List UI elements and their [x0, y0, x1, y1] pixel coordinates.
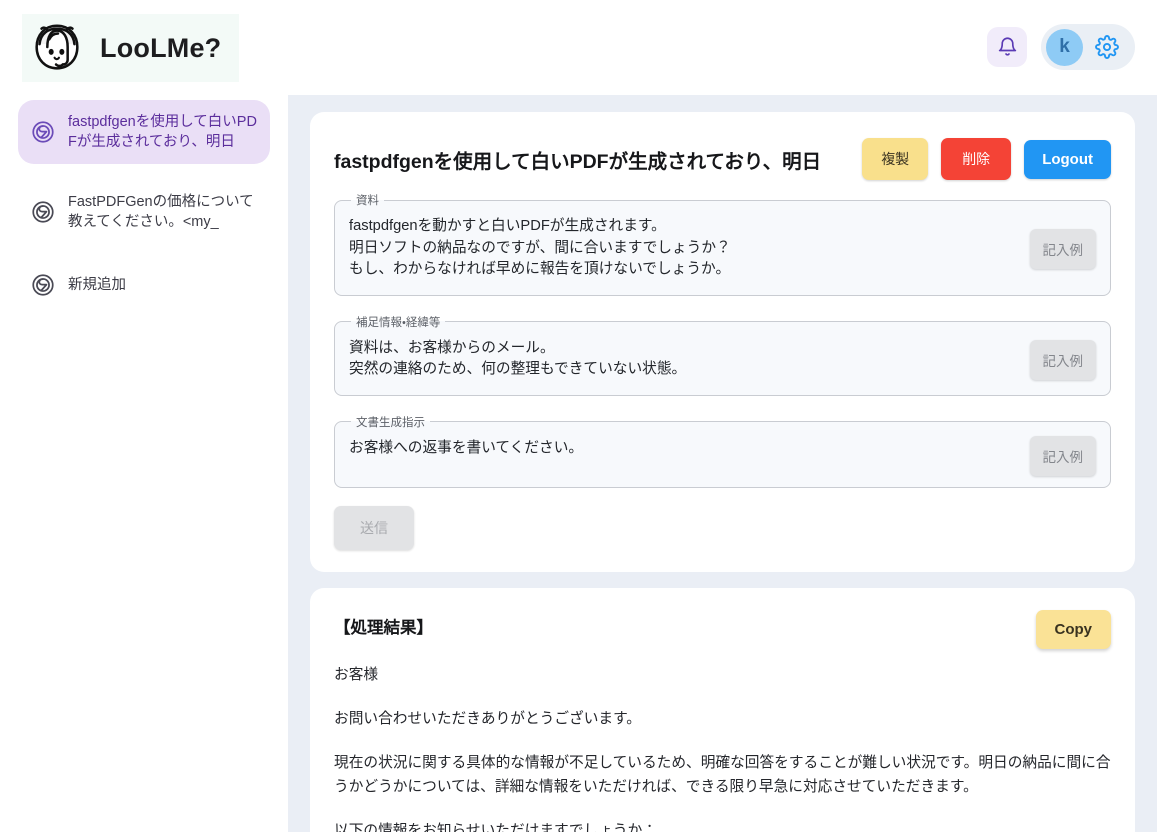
page-title: fastpdfgenを使用して白いPDFが生成されており、明日: [334, 150, 822, 173]
example-button-hosoku[interactable]: 記入例: [1029, 340, 1096, 380]
example-button-shiji[interactable]: 記入例: [1029, 435, 1096, 476]
main-content: fastpdfgenを使用して白いPDFが生成されており、明日 複製 削除 Lo…: [288, 95, 1157, 832]
sidebar: fastpdfgenを使用して白いPDFが生成されており、明日 FastPDFG…: [0, 95, 288, 832]
sidebar-item-label: FastPDFGenの価格について教えてください。<my_: [68, 194, 254, 230]
result-title: 【処理結果】: [334, 618, 433, 637]
sidebar-item-label: fastpdfgenを使用して白いPDFが生成されており、明日: [68, 114, 257, 150]
chat-thread-icon: [32, 274, 54, 296]
chat-thread-icon: [32, 201, 54, 223]
sidebar-item-label: 新規追加: [68, 277, 126, 293]
field-legend: 補足情報・経緯等: [356, 316, 441, 329]
settings-button[interactable]: [1095, 35, 1119, 59]
header-actions: k: [987, 24, 1135, 70]
user-menu-pill[interactable]: k: [1041, 24, 1135, 70]
delete-button[interactable]: 削除: [941, 138, 1012, 180]
girl-face-logo-icon: [35, 24, 79, 70]
field-hosoku: 補足情報・経緯等 資料は、お客様からのメール。 突然の連絡のため、何の整理もでき…: [334, 313, 1111, 396]
submit-button[interactable]: 送信: [334, 505, 414, 550]
result-paragraph: 以下の情報をお知らせいただけますでしょうか：: [334, 822, 657, 832]
result-paragraph: お客様: [334, 666, 379, 683]
result-header: 【処理結果】 Copy: [334, 609, 1111, 649]
app-root: LooLMe? k fastpdfgenを使用して白いPDFが生成されており、明…: [0, 0, 1157, 832]
field-shiryou: 資料 fastpdfgenを動かすと白いPDFが生成されます。 明日ソフトの納品…: [334, 192, 1111, 296]
sidebar-item-thread-1[interactable]: fastpdfgenを使用して白いPDFが生成されており、明日: [18, 100, 270, 164]
result-paragraph: 現在の状況に関する具体的な情報が不足しているため、明確な回答をすることが難しい状…: [334, 754, 1111, 795]
brand-logo[interactable]: LooLMe?: [22, 14, 240, 82]
field-legend: 文書生成指示: [356, 416, 425, 429]
sidebar-item-new-chat[interactable]: 新規追加: [18, 260, 270, 310]
result-paragraph: お問い合わせいただきありがとうございます。: [334, 710, 641, 727]
bell-icon: [998, 37, 1016, 56]
logout-button[interactable]: Logout: [1024, 139, 1111, 179]
copy-button[interactable]: Copy: [1035, 609, 1111, 649]
field-shiryou-input[interactable]: fastpdfgenを動かすと白いPDFが生成されます。 明日ソフトの納品なので…: [349, 214, 1030, 285]
chat-thread-icon: [32, 121, 54, 143]
example-button-shiryou[interactable]: 記入例: [1029, 229, 1096, 270]
result-card: 【処理結果】 Copy お客様 お問い合わせいただきありがとうございます。 現在…: [310, 587, 1135, 832]
result-body: お客様 お問い合わせいただきありがとうございます。 現在の状況に関する具体的な情…: [334, 663, 1111, 832]
sidebar-item-thread-2[interactable]: FastPDFGenの価格について教えてください。<my_: [18, 180, 270, 244]
avatar: k: [1046, 28, 1083, 66]
brand-name: LooLMe?: [100, 32, 222, 63]
duplicate-button[interactable]: 複製: [862, 138, 929, 180]
field-hosoku-input[interactable]: 資料は、お客様からのメール。 突然の連絡のため、何の整理もできていない状態。: [349, 336, 1030, 385]
app-header: LooLMe? k: [0, 0, 1157, 95]
field-legend: 資料: [356, 195, 379, 207]
form-header: fastpdfgenを使用して白いPDFが生成されており、明日 複製 削除 Lo…: [334, 138, 1111, 180]
request-form-card: fastpdfgenを使用して白いPDFが生成されており、明日 複製 削除 Lo…: [310, 112, 1135, 572]
notifications-button[interactable]: [987, 27, 1027, 67]
field-shijiji: 文書生成指示 お客様への返事を書いてください。 記入例: [334, 413, 1111, 488]
gear-icon: [1095, 35, 1119, 59]
field-shiji-input[interactable]: お客様への返事を書いてください。: [349, 436, 1030, 464]
